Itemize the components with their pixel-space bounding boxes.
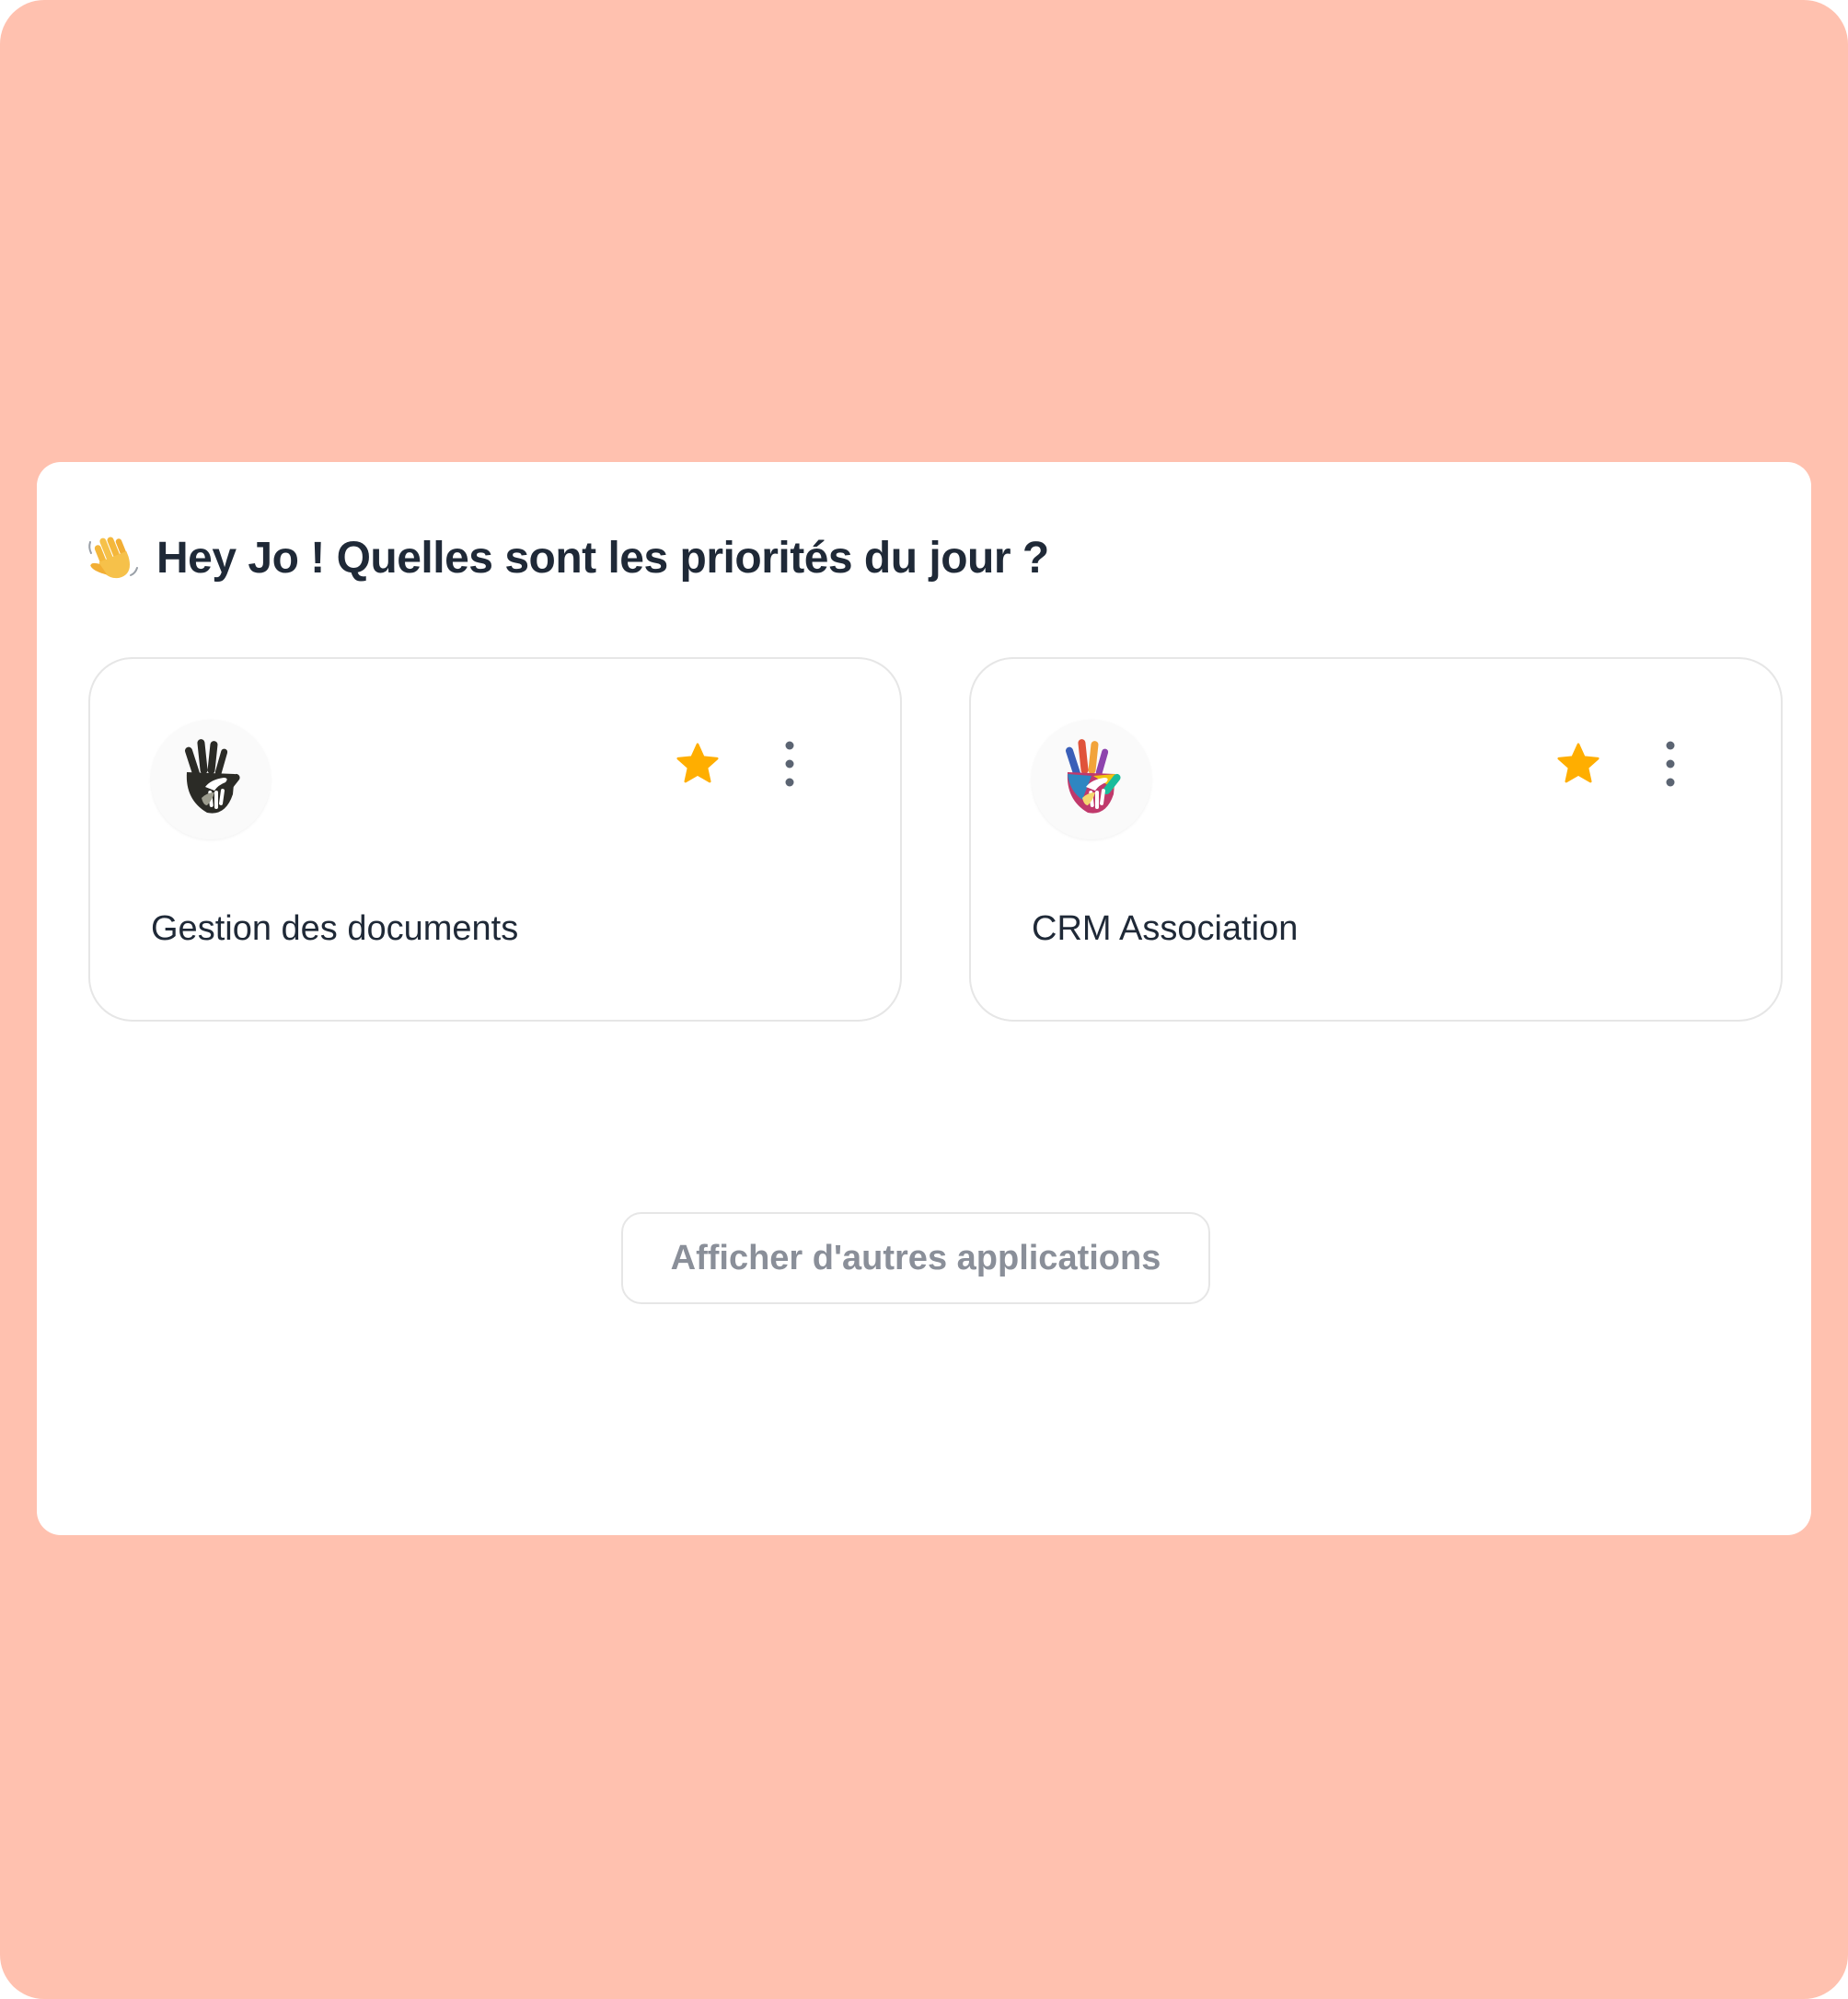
star-icon	[676, 743, 719, 783]
app-card-gestion-des-documents[interactable]: Gestion des documents	[88, 657, 902, 1022]
applications-panel: Hey Jo ! Quelles sont les priorités du j…	[37, 462, 1811, 1535]
colorful-hands-logo	[1065, 739, 1121, 814]
waving-hand-icon	[87, 531, 140, 584]
show-more-apps-button[interactable]: Afficher d'autres applications	[621, 1212, 1210, 1304]
page-background: Hey Jo ! Quelles sont les priorités du j…	[0, 0, 1848, 1999]
app-name: Gestion des documents	[151, 909, 519, 948]
app-card-crm-association[interactable]: CRM Association	[969, 657, 1783, 1022]
dark-hands-logo	[184, 739, 240, 814]
app-logo	[151, 720, 271, 839]
greeting-text: Hey Jo ! Quelles sont les priorités du j…	[156, 533, 1049, 583]
more-options-button[interactable]	[771, 736, 808, 792]
star-icon	[1557, 743, 1600, 783]
favorite-star-button[interactable]	[670, 736, 725, 792]
app-name: CRM Association	[1032, 909, 1299, 948]
more-vertical-icon	[1666, 741, 1675, 787]
greeting-header: Hey Jo ! Quelles sont les priorités du j…	[87, 528, 1049, 587]
more-options-button[interactable]	[1652, 736, 1689, 792]
more-vertical-icon	[785, 741, 794, 787]
app-logo	[1032, 720, 1151, 839]
favorite-star-button[interactable]	[1551, 736, 1606, 792]
